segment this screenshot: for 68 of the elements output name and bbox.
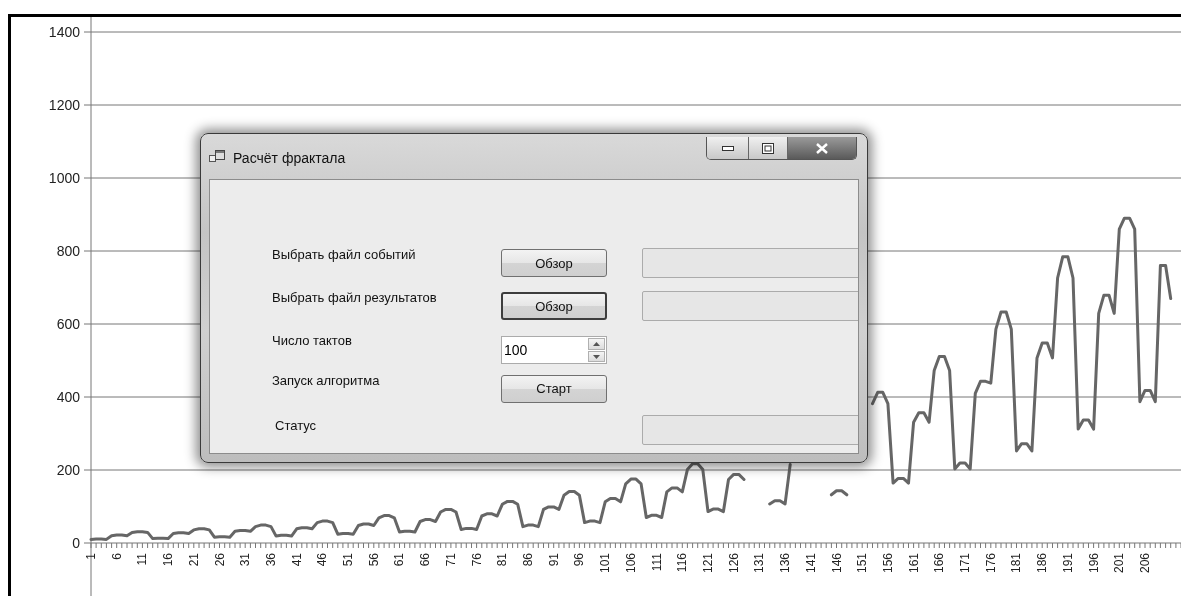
x-tick-label: 11 xyxy=(135,553,150,566)
y-tick-label: 800 xyxy=(56,243,80,259)
x-tick-label: 201 xyxy=(1112,553,1127,574)
minimize-icon xyxy=(721,145,734,151)
x-tick-label: 141 xyxy=(803,553,818,574)
x-tick-label: 131 xyxy=(752,553,767,574)
x-tick-label: 156 xyxy=(880,553,895,574)
x-tick-label: 96 xyxy=(572,553,587,567)
x-tick-label: 181 xyxy=(1009,553,1024,574)
x-tick-label: 41 xyxy=(289,553,304,567)
browse-button[interactable]: Обзор xyxy=(501,249,607,277)
x-tick-label: 71 xyxy=(443,553,458,567)
x-tick-label: 26 xyxy=(212,553,227,567)
x-tick-label: 56 xyxy=(366,553,381,567)
x-tick-label: 66 xyxy=(418,553,433,567)
y-tick-label: 600 xyxy=(56,316,80,332)
x-tick-label: 21 xyxy=(186,553,201,567)
y-tick-label: 1200 xyxy=(48,97,80,113)
browse-button[interactable]: Обзор xyxy=(501,292,607,321)
x-tick-label: 116 xyxy=(675,553,690,573)
x-tick-label: 86 xyxy=(521,553,536,567)
window-title: Расчёт фрактала xyxy=(233,150,346,166)
x-tick-label: 1 xyxy=(84,553,98,560)
maximize-icon xyxy=(762,142,774,154)
close-button[interactable] xyxy=(787,137,856,159)
x-tick-label: 136 xyxy=(778,553,793,574)
x-tick-label: 206 xyxy=(1138,553,1152,574)
x-tick-label: 161 xyxy=(906,553,921,574)
field-label: Выбрать файл результатов xyxy=(272,290,438,306)
x-tick-label: 166 xyxy=(932,553,947,574)
x-tick-label: 6 xyxy=(109,553,124,560)
close-icon xyxy=(815,142,829,154)
x-tick-label: 111 xyxy=(649,553,664,572)
app-icon xyxy=(209,149,225,165)
x-tick-label: 106 xyxy=(623,553,638,574)
x-tick-label: 126 xyxy=(726,553,741,574)
x-tick-label: 51 xyxy=(341,553,356,567)
path-field[interactable] xyxy=(642,291,858,322)
x-tick-label: 146 xyxy=(829,553,844,574)
x-tick-label: 101 xyxy=(598,553,613,574)
y-tick-label: 200 xyxy=(56,462,80,478)
x-tick-label: 46 xyxy=(315,553,330,567)
x-tick-label: 16 xyxy=(161,553,176,567)
field-label: Число тактов xyxy=(272,333,353,349)
x-tick-label: 151 xyxy=(855,553,870,574)
y-tick-label: 400 xyxy=(56,389,80,405)
y-tick-label: 0 xyxy=(72,535,80,551)
path-field[interactable] xyxy=(642,248,858,278)
x-tick-label: 191 xyxy=(1060,553,1075,574)
x-tick-label: 176 xyxy=(983,553,998,574)
minimize-button[interactable] xyxy=(707,137,748,159)
x-tick-label: 121 xyxy=(701,553,715,574)
x-tick-label: 91 xyxy=(546,553,561,567)
field-label: Запуск алгоритма xyxy=(272,372,381,388)
start-button[interactable]: Старт xyxy=(501,374,607,403)
y-tick-label: 1400 xyxy=(48,24,80,40)
x-tick-label: 76 xyxy=(469,553,484,567)
x-tick-label: 31 xyxy=(238,553,253,567)
x-tick-label: 196 xyxy=(1086,553,1101,574)
y-tick-label: 1000 xyxy=(48,170,80,186)
x-tick-label: 171 xyxy=(958,553,973,574)
x-tick-label: 36 xyxy=(263,553,278,567)
field-label: Выбрать файл событий xyxy=(272,247,417,262)
x-tick-label: 61 xyxy=(392,553,407,567)
x-tick-label: 81 xyxy=(495,553,510,567)
x-tick-label: 186 xyxy=(1035,553,1050,574)
maximize-button[interactable] xyxy=(748,137,787,159)
field-label: Статус xyxy=(275,417,318,433)
